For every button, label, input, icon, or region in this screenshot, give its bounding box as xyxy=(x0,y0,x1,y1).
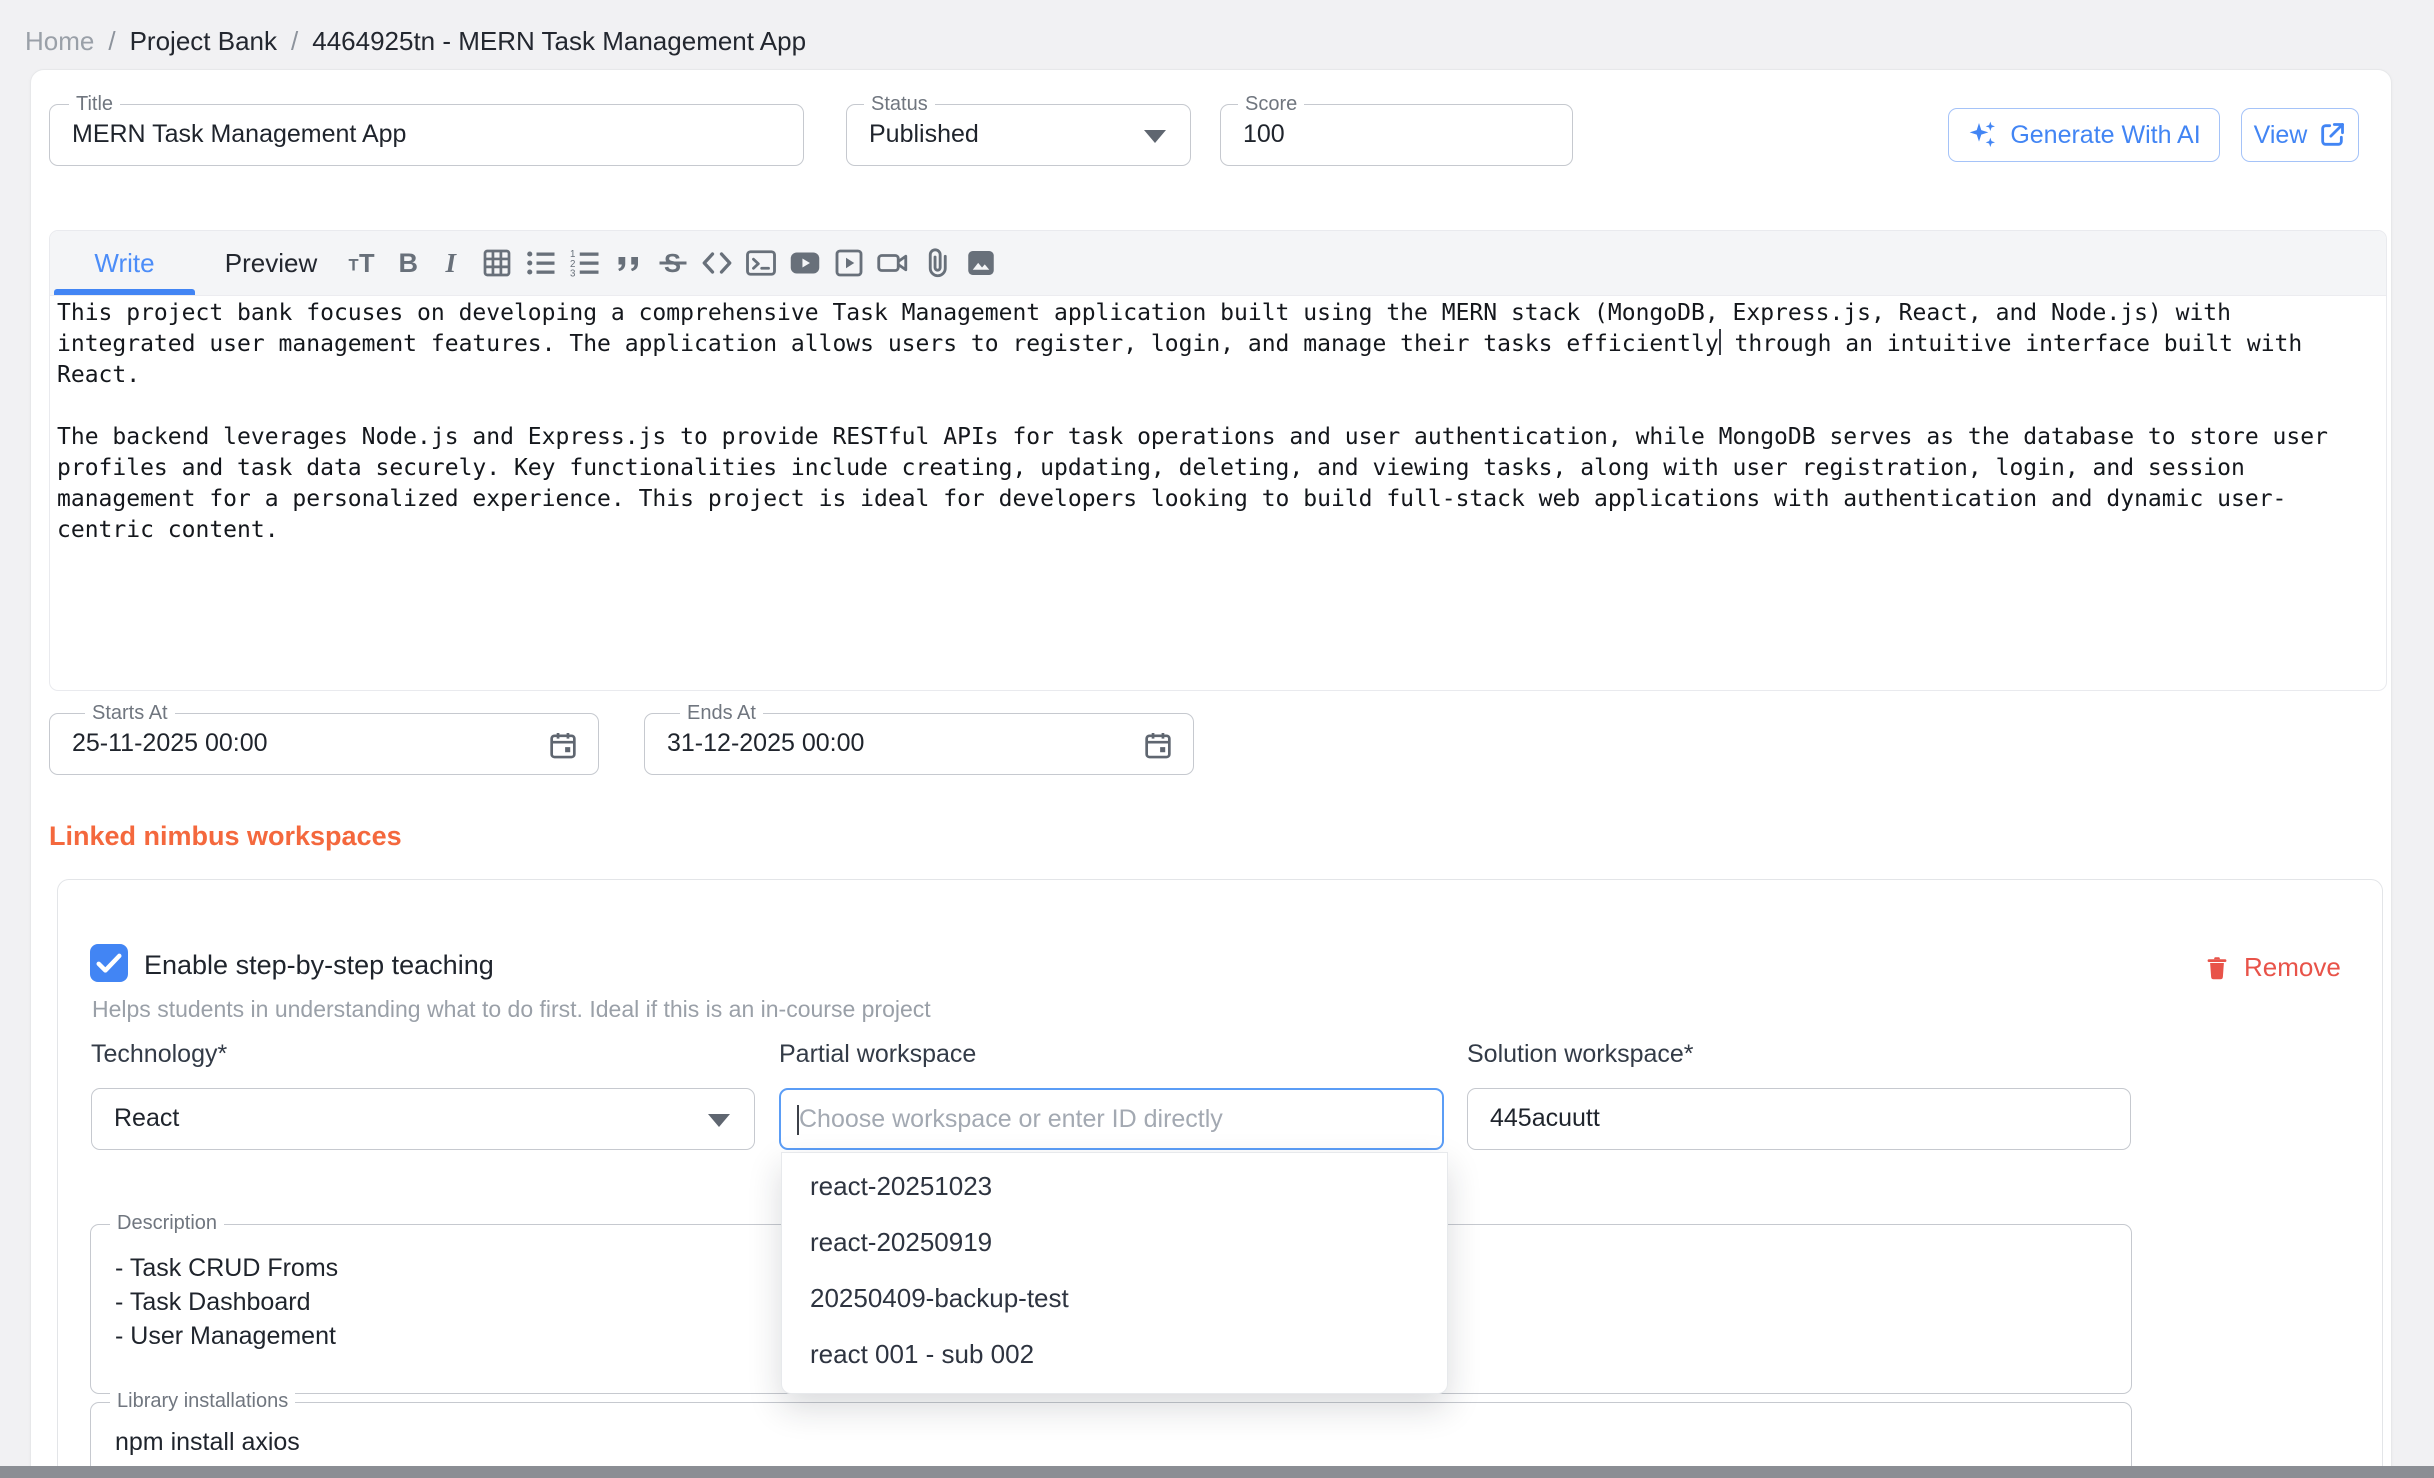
svg-text:3: 3 xyxy=(570,269,575,280)
breadcrumb: Home / Project Bank / 4464925tn - MERN T… xyxy=(25,26,806,57)
library-line: npm install axios xyxy=(115,1425,2131,1459)
view-button[interactable]: View xyxy=(2241,108,2359,162)
partial-workspace-placeholder: Choose workspace or enter ID directly xyxy=(799,1105,1223,1134)
ends-at-label: Ends At xyxy=(680,702,763,725)
breadcrumb-project-bank-link[interactable]: Project Bank xyxy=(130,26,277,57)
sparkle-ai-icon xyxy=(1967,119,1999,151)
linked-workspaces-heading: Linked nimbus workspaces xyxy=(49,821,402,852)
editor-tabbar: Write Preview TT B I xyxy=(50,231,2386,296)
solution-workspace-value: 445acuutt xyxy=(1468,1089,2130,1148)
partial-workspace-label: Partial workspace xyxy=(779,1040,976,1069)
terminal-icon[interactable] xyxy=(742,244,780,282)
image-icon[interactable] xyxy=(962,244,1000,282)
library-installations-label: Library installations xyxy=(110,1390,295,1413)
enable-teaching-label: Enable step-by-step teaching xyxy=(144,950,494,981)
title-field[interactable]: MERN Task Management App xyxy=(49,104,804,166)
italic-icon[interactable]: I xyxy=(434,244,472,282)
workspace-option[interactable]: react-20251023 xyxy=(782,1158,1447,1214)
technology-label: Technology* xyxy=(91,1040,227,1069)
breadcrumb-home-link[interactable]: Home xyxy=(25,26,94,57)
table-icon[interactable] xyxy=(478,244,516,282)
main-form-card: Title MERN Task Management App Status Pu… xyxy=(30,69,2392,1478)
status-select-label: Status xyxy=(864,93,935,116)
video-embed-icon[interactable] xyxy=(830,244,868,282)
blockquote-icon[interactable] xyxy=(610,244,648,282)
svg-text:T: T xyxy=(359,250,375,278)
workspace-option[interactable]: 20250409-backup-test xyxy=(782,1270,1447,1326)
score-field-label: Score xyxy=(1238,93,1304,116)
breadcrumb-separator: / xyxy=(108,26,115,57)
page: Home / Project Bank / 4464925tn - MERN T… xyxy=(0,0,2434,1478)
title-field-value: MERN Task Management App xyxy=(50,105,803,164)
starts-at-label: Starts At xyxy=(85,702,175,725)
remove-workspace-button[interactable]: Remove xyxy=(2202,952,2341,983)
remove-workspace-button-label: Remove xyxy=(2244,952,2341,983)
breadcrumb-current-page: 4464925tn - MERN Task Management App xyxy=(312,26,806,57)
bulleted-list-icon[interactable] xyxy=(522,244,560,282)
view-button-label: View xyxy=(2254,121,2308,150)
generate-with-ai-button-label: Generate With AI xyxy=(2010,121,2200,150)
code-icon[interactable] xyxy=(698,244,736,282)
breadcrumb-separator: / xyxy=(291,26,298,57)
calendar-icon[interactable] xyxy=(546,728,580,762)
external-link-icon xyxy=(2318,121,2346,149)
title-field-label: Title xyxy=(69,93,120,116)
videocam-icon[interactable] xyxy=(874,244,912,282)
tab-preview[interactable]: Preview xyxy=(200,231,342,295)
technology-select-value: React xyxy=(92,1089,754,1148)
check-icon xyxy=(90,944,128,982)
horizontal-scrollbar[interactable] xyxy=(0,1466,2434,1478)
generate-with-ai-button[interactable]: Generate With AI xyxy=(1948,108,2220,162)
description-label: Description xyxy=(110,1212,224,1235)
format-size-icon[interactable]: TT xyxy=(346,244,384,282)
attachment-icon[interactable] xyxy=(918,244,956,282)
workspace-option[interactable]: react-20250919 xyxy=(782,1214,1447,1270)
tab-write[interactable]: Write xyxy=(54,231,195,295)
strikethrough-icon[interactable]: S xyxy=(654,244,692,282)
tab-preview-label: Preview xyxy=(225,248,317,279)
svg-text:I: I xyxy=(445,248,458,278)
partial-workspace-input[interactable]: Choose workspace or enter ID directly xyxy=(779,1088,1444,1150)
enable-teaching-helper-text: Helps students in understanding what to … xyxy=(92,996,931,1023)
svg-text:T: T xyxy=(349,257,359,275)
svg-text:B: B xyxy=(399,248,419,278)
editor-textarea[interactable]: This project bank focuses on developing … xyxy=(55,295,2381,690)
workspace-option[interactable]: react 001 - sub 002 xyxy=(782,1326,1447,1382)
bold-icon[interactable]: B xyxy=(390,244,428,282)
workspace-card: Enable step-by-step teaching Helps stude… xyxy=(57,879,2383,1478)
workspace-options-dropdown: react-20251023 react-20250919 20250409-b… xyxy=(781,1152,1448,1394)
editor-paragraph-2: The backend leverages Node.js and Expres… xyxy=(57,424,2342,543)
solution-workspace-input[interactable]: 445acuutt xyxy=(1467,1088,2131,1150)
chevron-down-icon xyxy=(708,1114,730,1127)
numbered-list-icon[interactable]: 123 xyxy=(566,244,604,282)
trash-icon xyxy=(2202,953,2232,983)
markdown-editor: Write Preview TT B I xyxy=(49,230,2387,691)
technology-select[interactable]: React xyxy=(91,1088,755,1150)
chevron-down-icon xyxy=(1144,130,1166,143)
tab-write-label: Write xyxy=(94,248,154,279)
youtube-icon[interactable] xyxy=(786,244,824,282)
calendar-icon[interactable] xyxy=(1141,728,1175,762)
enable-teaching-checkbox[interactable] xyxy=(90,944,128,982)
solution-workspace-label: Solution workspace* xyxy=(1467,1040,1694,1069)
